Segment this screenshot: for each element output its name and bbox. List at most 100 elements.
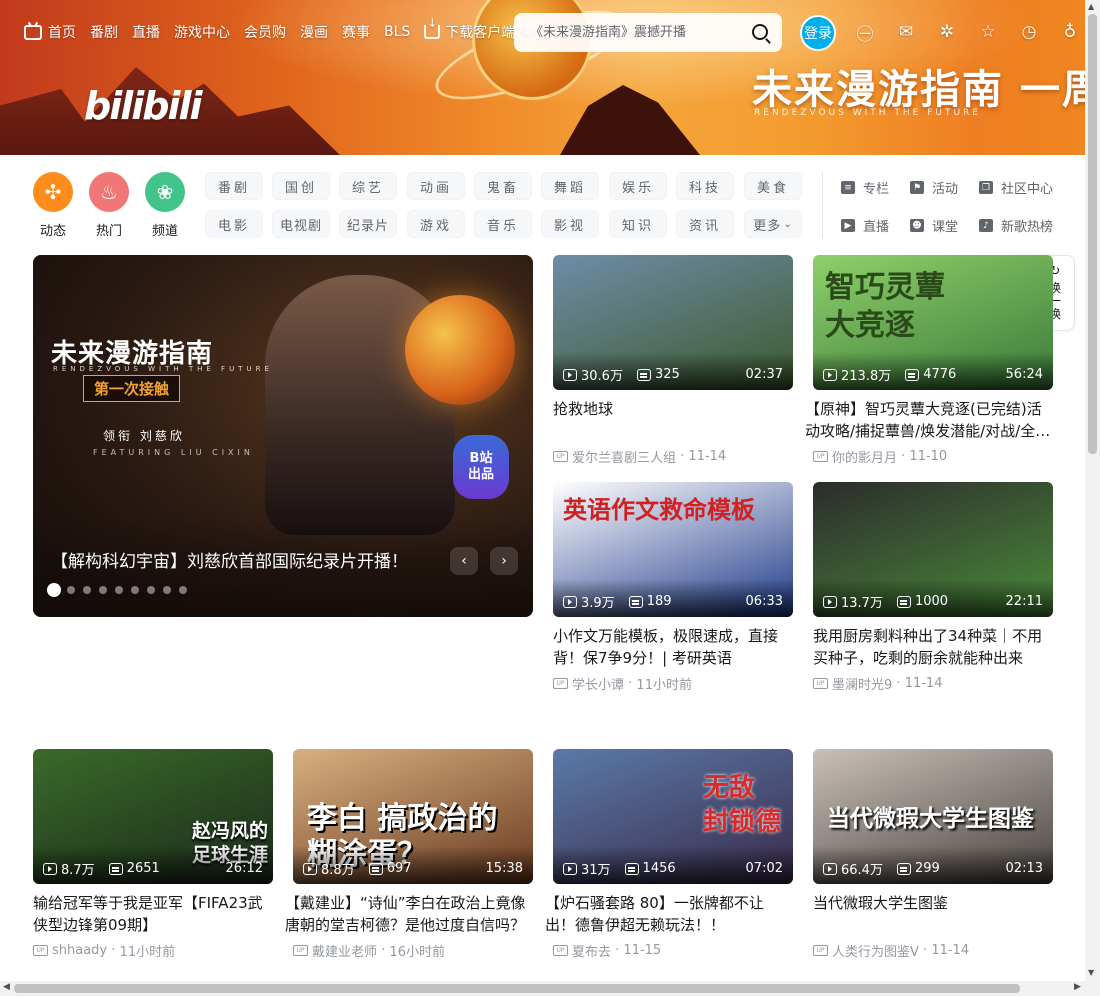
video-card[interactable]: 无敌 封锁德 31万 1456 07:02 【炉石骚套路 80】一张牌都不让出！德鲁伊超…: [545, 749, 793, 960]
search-icon[interactable]: [752, 24, 768, 40]
quick-hot[interactable]: ♨ 热门: [87, 172, 131, 239]
channel-chip-more[interactable]: 更多 ⌄: [744, 210, 802, 238]
hero-carousel[interactable]: 未来漫游指南 RENDEZVOUS WITH THE FUTURE 第一次接触 …: [33, 255, 533, 617]
carousel-dot[interactable]: [99, 586, 107, 594]
video-title[interactable]: 输给冠军等于我是亚军【FIFA23武侠型边锋第09期】: [33, 892, 273, 936]
video-title[interactable]: 【原神】智巧灵蕈大竞逐(已完结)活动攻略/捕捉蕈兽/焕发潜能/对战/全奖励说明: [805, 398, 1053, 442]
horizontal-scrollbar[interactable]: ◀ ▶: [0, 981, 1085, 996]
video-thumbnail[interactable]: 赵冯风的 足球生涯8.7万265126:12: [33, 749, 273, 884]
bilibili-logo[interactable]: bilibili: [84, 80, 203, 132]
video-card[interactable]: 30.6万 325 02:37 抢救地球 UP 爱尔兰喜剧三人组 · 11-14: [553, 255, 793, 466]
carousel-dot[interactable]: [47, 583, 61, 597]
creator-icon[interactable]: ♁: [1060, 22, 1080, 42]
nav-bangumi[interactable]: 番剧: [90, 22, 118, 42]
channel-chip-kichiku[interactable]: 鬼畜: [474, 172, 532, 200]
message-icon[interactable]: ✉: [896, 22, 916, 42]
video-card[interactable]: 智巧灵蕈 大竞逐 213.8万 4776 56:24 【原神】智巧灵蕈大竞逐(已完结)活…: [805, 255, 1053, 466]
channel-chip-ent[interactable]: 娱乐: [609, 172, 667, 200]
channel-chip-food[interactable]: 美食: [744, 172, 802, 200]
scroll-up-icon[interactable]: ▲: [1088, 2, 1094, 11]
channel-chip-knowledge[interactable]: 知识: [609, 210, 667, 238]
video-card[interactable]: 当代微瑕大学生图鉴 66.4万 299 02:13 当代微瑕大学生图鉴 UP 人类行为图鉴V…: [813, 749, 1053, 960]
carousel-dot[interactable]: [67, 586, 75, 594]
quick-dynamic[interactable]: ✣ 动态: [31, 172, 75, 239]
carousel-caption[interactable]: 【解构科幻宇宙】刘慈欣首部国际纪录片开播！: [51, 547, 408, 572]
video-thumbnail[interactable]: 智巧灵蕈 大竞逐 213.8万 4776 56:24: [813, 255, 1053, 390]
channel-chip-tech[interactable]: 科技: [676, 172, 734, 200]
history-icon[interactable]: ◷: [1019, 22, 1039, 42]
side-link-music-chart[interactable]: ♪ 新歌热榜: [979, 216, 1053, 235]
nav-mall[interactable]: 会员购: [244, 22, 286, 42]
video-title[interactable]: 【戴建业】“诗仙”李白在政治上竟像唐朝的堂吉柯德？是他过度自信吗？: [285, 892, 533, 936]
side-link-live[interactable]: ▶ 直播: [841, 216, 889, 235]
video-author[interactable]: 你的影月月: [832, 447, 897, 466]
video-author[interactable]: 爱尔兰喜剧三人组: [572, 447, 676, 466]
video-author[interactable]: 夏布去: [572, 941, 611, 960]
channel-chip-documentary[interactable]: 纪录片: [339, 210, 397, 238]
carousel-next-button[interactable]: ›: [490, 547, 518, 575]
video-title[interactable]: 当代微瑕大学生图鉴: [813, 892, 1053, 936]
video-author[interactable]: 戴建业老师: [312, 941, 377, 960]
video-title[interactable]: 抢救地球: [553, 398, 793, 442]
scroll-thumb[interactable]: [1088, 14, 1097, 454]
video-card[interactable]: 13.7万 1000 22:11 我用厨房剩料种出了34种菜｜不用买种子，吃剩的厨余就…: [813, 482, 1053, 693]
side-link-community[interactable]: ❐ 社区中心: [979, 178, 1053, 197]
favorite-icon[interactable]: ☆: [978, 22, 998, 42]
video-thumbnail[interactable]: 13.7万 1000 22:11: [813, 482, 1053, 617]
video-thumbnail[interactable]: 无敌 封锁德 31万 1456 07:02: [553, 749, 793, 884]
nav-match[interactable]: 赛事: [342, 22, 370, 42]
dynamic-icon[interactable]: ✲: [937, 22, 957, 42]
carousel-dot[interactable]: [179, 586, 187, 594]
side-link-activity[interactable]: ⚑ 活动: [910, 178, 958, 197]
carousel-dot[interactable]: [115, 586, 123, 594]
channel-chip-music[interactable]: 音乐: [474, 210, 532, 238]
video-title[interactable]: 【炉石骚套路 80】一张牌都不让出！德鲁伊超无赖玩法！！: [545, 892, 793, 936]
vertical-scrollbar[interactable]: ▲ ▼: [1085, 0, 1100, 996]
danmaku-icon: [905, 368, 920, 381]
scroll-down-icon[interactable]: ▼: [1088, 968, 1094, 977]
video-thumbnail[interactable]: 30.6万 325 02:37: [553, 255, 793, 390]
scroll-right-icon[interactable]: ▶: [1074, 982, 1081, 992]
side-link-column[interactable]: ≡ 专栏: [841, 178, 889, 197]
channel-chip-guochuang[interactable]: 国创: [272, 172, 330, 200]
carousel-prev-button[interactable]: ‹: [450, 547, 478, 575]
video-title[interactable]: 我用厨房剩料种出了34种菜｜不用买种子，吃剩的厨余就能种出来: [813, 625, 1053, 669]
vip-icon[interactable]: ㊀: [855, 22, 875, 45]
carousel-dot[interactable]: [147, 586, 155, 594]
channel-chip-tv[interactable]: 电视剧: [272, 210, 330, 238]
carousel-dot[interactable]: [83, 586, 91, 594]
video-card[interactable]: 李白 搞政治的糊涂蛋？8.8万69715:38 【戴建业】“诗仙”李白在政治上竟像…: [285, 749, 533, 960]
channel-chip-movie[interactable]: 电影: [205, 210, 263, 238]
search-input[interactable]: [530, 25, 750, 40]
video-card[interactable]: 英语作文救命模板 3.9万 189 06:33 小作文万能模板，极限速成，直接背！保7争…: [553, 482, 793, 693]
carousel-dot[interactable]: [163, 586, 171, 594]
video-author[interactable]: 墨澜时光9: [832, 674, 892, 693]
scroll-thumb[interactable]: [14, 984, 1020, 993]
nav-home[interactable]: 首页: [24, 22, 76, 42]
channel-chip-game[interactable]: 游戏: [407, 210, 465, 238]
video-thumbnail[interactable]: 李白 搞政治的糊涂蛋？8.8万69715:38: [293, 749, 533, 884]
nav-game-center[interactable]: 游戏中心: [174, 22, 230, 42]
login-button[interactable]: 登录: [800, 15, 836, 51]
channel-chip-variety[interactable]: 综艺: [339, 172, 397, 200]
scroll-left-icon[interactable]: ◀: [3, 982, 10, 992]
video-title[interactable]: 小作文万能模板，极限速成，直接背！保7争9分！| 考研英语: [553, 625, 793, 669]
video-author[interactable]: 人类行为图鉴V: [832, 941, 919, 960]
carousel-dot[interactable]: [131, 586, 139, 594]
channel-chip-dance[interactable]: 舞蹈: [541, 172, 599, 200]
video-thumbnail[interactable]: 当代微瑕大学生图鉴 66.4万 299 02:13: [813, 749, 1053, 884]
channel-chip-info[interactable]: 资讯: [676, 210, 734, 238]
video-card[interactable]: 赵冯风的 足球生涯8.7万265126:12 输给冠军等于我是亚军【FIFA23武…: [33, 749, 273, 960]
channel-chip-bangumi[interactable]: 番剧: [205, 172, 263, 200]
video-author[interactable]: 学长小谭: [572, 674, 624, 693]
nav-bls[interactable]: BLS: [384, 24, 410, 40]
video-thumbnail[interactable]: 英语作文救命模板 3.9万 189 06:33: [553, 482, 793, 617]
nav-live[interactable]: 直播: [132, 22, 160, 42]
video-author[interactable]: shhaady: [52, 943, 107, 958]
channel-chip-animation[interactable]: 动画: [407, 172, 465, 200]
nav-manga[interactable]: 漫画: [300, 22, 328, 42]
quick-channel[interactable]: ❀ 频道: [143, 172, 187, 239]
banner-promo-title[interactable]: 未来漫游指南 一周: [752, 66, 1085, 114]
channel-chip-film[interactable]: 影视: [541, 210, 599, 238]
side-link-course[interactable]: ☻ 课堂: [910, 216, 958, 235]
